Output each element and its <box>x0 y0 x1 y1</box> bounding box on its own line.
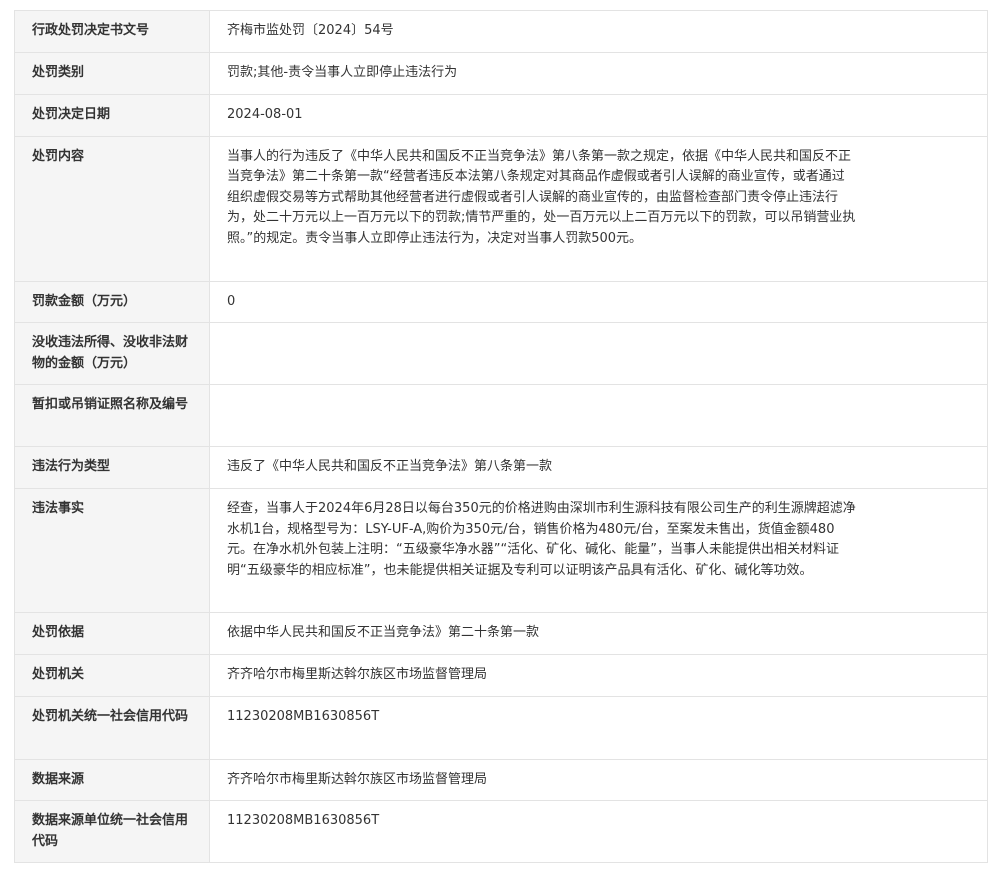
row-label: 数据来源 <box>14 758 210 801</box>
row-label: 行政处罚决定书文号 <box>14 10 210 53</box>
row-value: 罚款;其他-责令当事人立即停止违法行为 <box>209 52 988 95</box>
row-data-source: 数据来源 齐齐哈尔市梅里斯达斡尔族区市场监督管理局 <box>14 758 988 801</box>
row-value: 0 <box>209 280 988 323</box>
row-value: 11230208MB1630856T <box>209 800 988 863</box>
row-value: 齐齐哈尔市梅里斯达斡尔族区市场监督管理局 <box>209 654 988 697</box>
row-value <box>209 322 988 385</box>
row-penalty-category: 处罚类别 罚款;其他-责令当事人立即停止违法行为 <box>14 52 988 95</box>
row-value: 违反了《中华人民共和国反不正当竞争法》第八条第一款 <box>209 446 988 489</box>
row-violation-facts: 违法事实 经查，当事人于2024年6月28日以每台350元的价格进购由深圳市利生… <box>14 488 988 613</box>
row-penalty-authority: 处罚机关 齐齐哈尔市梅里斯达斡尔族区市场监督管理局 <box>14 654 988 697</box>
row-confiscation-amount: 没收违法所得、没收非法财物的金额（万元） <box>14 322 988 385</box>
row-label: 暂扣或吊销证照名称及编号 <box>14 384 210 447</box>
row-value: 经查，当事人于2024年6月28日以每台350元的价格进购由深圳市利生源科技有限… <box>209 488 988 613</box>
row-value: 11230208MB1630856T <box>209 695 988 760</box>
row-value: 当事人的行为违反了《中华人民共和国反不正当竞争法》第八条第一款之规定，依据《中华… <box>209 135 988 282</box>
row-value: 2024-08-01 <box>209 94 988 137</box>
row-label: 数据来源单位统一社会信用代码 <box>14 800 210 863</box>
row-label: 违法行为类型 <box>14 446 210 489</box>
row-label: 处罚类别 <box>14 52 210 95</box>
row-violation-type: 违法行为类型 违反了《中华人民共和国反不正当竞争法》第八条第一款 <box>14 446 988 489</box>
row-label: 罚款金额（万元） <box>14 280 210 323</box>
row-source-credit-code: 数据来源单位统一社会信用代码 11230208MB1630856T <box>14 800 988 863</box>
penalty-info-table: 行政处罚决定书文号 齐梅市监处罚〔2024〕54号 处罚类别 罚款;其他-责令当… <box>14 10 988 863</box>
row-label: 处罚决定日期 <box>14 94 210 137</box>
row-penalty-basis: 处罚依据 依据中华人民共和国反不正当竞争法》第二十条第一款 <box>14 612 988 655</box>
row-label: 处罚机关 <box>14 654 210 697</box>
row-value: 依据中华人民共和国反不正当竞争法》第二十条第一款 <box>209 612 988 655</box>
row-label: 违法事实 <box>14 488 210 613</box>
row-penalty-content: 处罚内容 当事人的行为违反了《中华人民共和国反不正当竞争法》第八条第一款之规定，… <box>14 135 988 282</box>
row-value: 齐齐哈尔市梅里斯达斡尔族区市场监督管理局 <box>209 758 988 801</box>
row-authority-credit-code: 处罚机关统一社会信用代码 11230208MB1630856T <box>14 695 988 760</box>
row-decision-date: 处罚决定日期 2024-08-01 <box>14 94 988 137</box>
penalty-info-panel: 行政处罚决定书文号 齐梅市监处罚〔2024〕54号 处罚类别 罚款;其他-责令当… <box>14 10 988 863</box>
row-label: 没收违法所得、没收非法财物的金额（万元） <box>14 322 210 385</box>
row-label: 处罚内容 <box>14 135 210 282</box>
row-label: 处罚机关统一社会信用代码 <box>14 695 210 760</box>
row-value <box>209 384 988 447</box>
row-license-suspension: 暂扣或吊销证照名称及编号 <box>14 384 988 447</box>
row-decision-number: 行政处罚决定书文号 齐梅市监处罚〔2024〕54号 <box>14 10 988 53</box>
row-label: 处罚依据 <box>14 612 210 655</box>
row-value: 齐梅市监处罚〔2024〕54号 <box>209 10 988 53</box>
row-fine-amount: 罚款金额（万元） 0 <box>14 280 988 323</box>
